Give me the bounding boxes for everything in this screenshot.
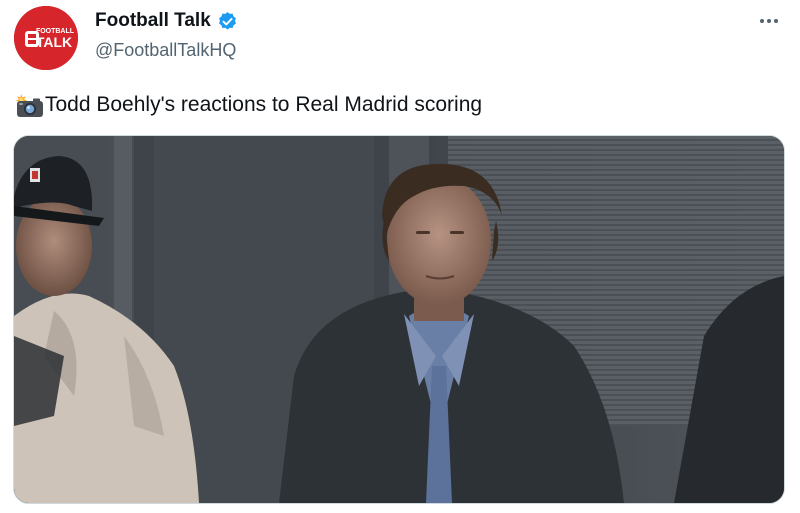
- more-options-icon[interactable]: [756, 10, 782, 32]
- avatar[interactable]: FOOTBALL TALK: [14, 6, 78, 70]
- tweet-body: Todd Boehly's reactions to Real Madrid s…: [45, 93, 483, 116]
- verified-badge-icon: [218, 11, 236, 30]
- name-row: Football Talk: [95, 10, 238, 32]
- camera-with-flash-icon: [16, 94, 43, 117]
- avatar-logo-bottom: TALK: [36, 34, 72, 50]
- football-talk-logo: FOOTBALL TALK: [14, 6, 78, 70]
- display-name[interactable]: Football Talk: [95, 10, 211, 32]
- tweet-text: Todd Boehly's reactions to Real Madrid s…: [15, 92, 482, 118]
- user-handle[interactable]: @FootballTalkHQ: [95, 40, 236, 61]
- photo-image: [14, 136, 784, 503]
- tweet-media-photo[interactable]: [13, 135, 785, 504]
